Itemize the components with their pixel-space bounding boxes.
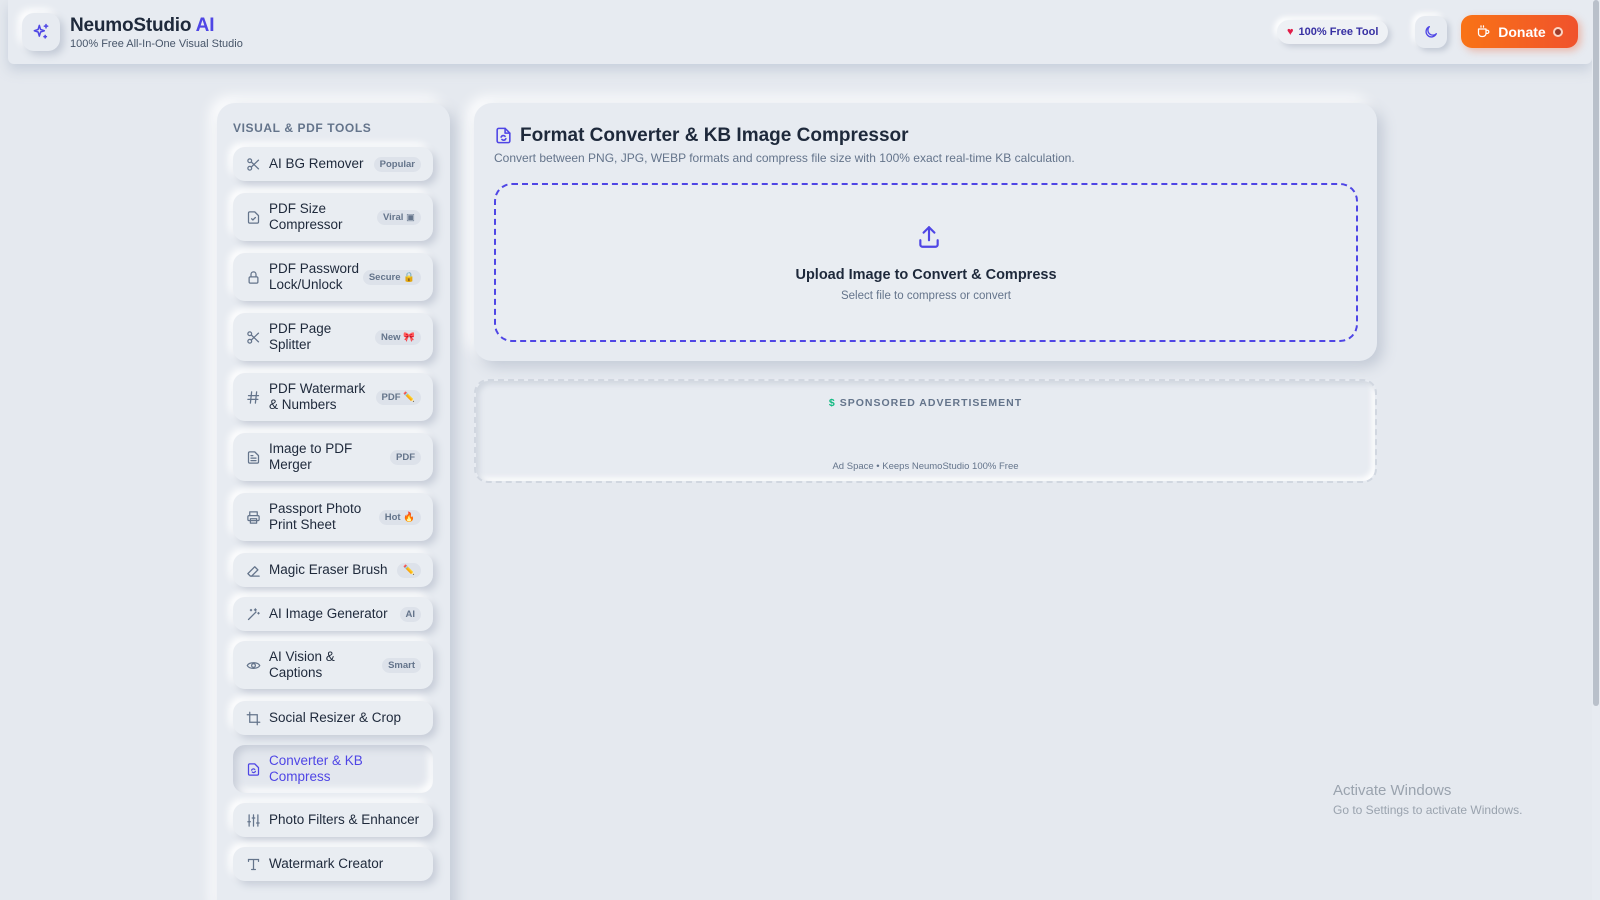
page-description: Convert between PNG, JPG, WEBP formats a… (494, 151, 1075, 165)
document-icon (245, 449, 261, 465)
sidebar-item-converter-kb-compress[interactable]: Converter & KB Compress (233, 745, 433, 793)
dark-mode-toggle[interactable] (1415, 16, 1447, 48)
sidebar-item-label: PDF Password Lock/Unlock (269, 261, 360, 292)
dollar-icon: $ (828, 397, 836, 409)
scissors-icon (245, 156, 261, 172)
converter-panel: Format Converter & KB Image Compressor C… (474, 103, 1377, 361)
scissors-icon (245, 329, 261, 345)
file-convert-icon (494, 126, 513, 150)
sidebar-item-badge: PDF (390, 449, 421, 465)
donate-button[interactable]: Donate (1461, 15, 1578, 48)
sidebar-item-badge: Smart (382, 657, 421, 673)
ad-footer: Ad Space • Keeps NeumoStudio 100% Free (832, 461, 1019, 472)
sidebar-item-ai-bg-remover[interactable]: AI BG Remover Popular (233, 147, 433, 181)
sidebar-item-badge: Popular (373, 156, 421, 172)
brand-accent: AI (195, 15, 215, 36)
sidebar-item-badge: New 🎀 (374, 329, 421, 345)
scrollbar-thumb[interactable] (1593, 0, 1599, 706)
upload-subtitle: Select file to compress or convert (840, 290, 1011, 302)
sidebar-item-ai-image-generator[interactable]: AI Image Generator AI (233, 597, 433, 631)
sidebar-item-pdf-size-compressor[interactable]: PDF Size Compressor Viral ▣ (233, 193, 433, 241)
coffee-icon (1478, 25, 1490, 38)
sidebar-item-pdf-watermark[interactable]: PDF Watermark & Numbers PDF ✏️ (233, 373, 433, 421)
sidebar-item-label: Image to PDF Merger (269, 441, 353, 472)
file-compress-icon (245, 209, 261, 225)
hash-icon (245, 389, 261, 405)
sidebar-item-badge: Secure 🔒 (362, 269, 421, 285)
file-convert-icon (245, 761, 261, 777)
heart-icon: ♥ (1287, 26, 1294, 38)
donate-label: Donate (1498, 23, 1546, 40)
sidebar-item-label: PDF Watermark & Numbers (269, 381, 366, 412)
moon-icon (1425, 26, 1437, 38)
sidebar-item-watermark-creator[interactable]: Watermark Creator (233, 847, 433, 881)
sidebar-item-passport-photo[interactable]: Passport Photo Print Sheet Hot 🔥 (233, 493, 433, 541)
eraser-icon (245, 562, 261, 578)
sidebar-item-label: Watermark Creator (269, 856, 384, 871)
upload-dropzone[interactable]: Upload Image to Convert & Compress Selec… (494, 183, 1358, 342)
sidebar-title: VISUAL & PDF TOOLS (233, 121, 372, 135)
free-tool-badge: ♥ 100% Free Tool (1277, 20, 1389, 44)
tools-sidebar: VISUAL & PDF TOOLS AI BG Remover Popular… (217, 103, 450, 900)
sidebar-item-badge: PDF ✏️ (375, 389, 421, 405)
sparkles-logo-icon[interactable] (22, 13, 60, 51)
sidebar-item-label: Social Resizer & Crop (269, 710, 402, 725)
page-title: Format Converter & KB Image Compressor (520, 125, 909, 146)
top-header: NeumoStudio AI 100% Free All-In-One Visu… (8, 0, 1592, 64)
sidebar-item-image-to-pdf[interactable]: Image to PDF Merger PDF (233, 433, 433, 481)
sidebar-item-label: Converter & KB Compress (269, 753, 363, 784)
sponsored-ad-slot: $ SPONSORED ADVERTISEMENT Ad Space • Keep… (474, 379, 1377, 483)
lock-icon (245, 269, 261, 285)
sliders-icon (245, 812, 261, 828)
coin-icon (1552, 26, 1563, 37)
magic-wand-icon (245, 606, 261, 622)
sidebar-item-label: PDF Page Splitter (269, 321, 332, 352)
sidebar-item-pdf-page-splitter[interactable]: PDF Page Splitter New 🎀 (233, 313, 433, 361)
sidebar-item-label: PDF Size Compressor (269, 201, 343, 232)
sidebar-item-badge: AI (399, 606, 421, 622)
brand-title: NeumoStudio AI (70, 15, 215, 36)
sidebar-item-label: AI Vision & Captions (269, 649, 335, 680)
sidebar-item-badge: Hot 🔥 (378, 509, 421, 525)
sidebar-item-badge: Viral ▣ (376, 209, 421, 225)
sidebar-item-social-resizer[interactable]: Social Resizer & Crop (233, 701, 433, 735)
activate-windows-title: Activate Windows (1333, 782, 1452, 799)
type-icon (245, 856, 261, 872)
page-scrollbar[interactable] (1592, 0, 1600, 900)
sidebar-item-label: Photo Filters & Enhancer (269, 812, 420, 827)
upload-title: Upload Image to Convert & Compress (795, 267, 1057, 283)
activate-windows-subtitle: Go to Settings to activate Windows. (1333, 803, 1523, 817)
sidebar-item-pdf-password[interactable]: PDF Password Lock/Unlock Secure 🔒 (233, 253, 433, 301)
crop-icon (245, 710, 261, 726)
printer-icon (245, 509, 261, 525)
eye-icon (245, 657, 261, 673)
free-tool-label: 100% Free Tool (1298, 26, 1379, 38)
ad-label: $ SPONSORED ADVERTISEMENT (828, 397, 1023, 409)
sidebar-item-photo-filters[interactable]: Photo Filters & Enhancer (233, 803, 433, 837)
sidebar-item-label: AI BG Remover (269, 156, 364, 171)
sidebar-item-magic-eraser[interactable]: Magic Eraser Brush ✏️ (233, 553, 433, 587)
upload-icon (916, 224, 942, 255)
brand-tagline: 100% Free All-In-One Visual Studio (70, 38, 243, 50)
sidebar-item-badge: ✏️ (397, 562, 421, 578)
sidebar-item-label: Passport Photo Print Sheet (269, 501, 362, 532)
sidebar-item-label: AI Image Generator (269, 606, 388, 621)
sidebar-item-ai-vision[interactable]: AI Vision & Captions Smart (233, 641, 433, 689)
sidebar-item-label: Magic Eraser Brush (269, 562, 388, 577)
